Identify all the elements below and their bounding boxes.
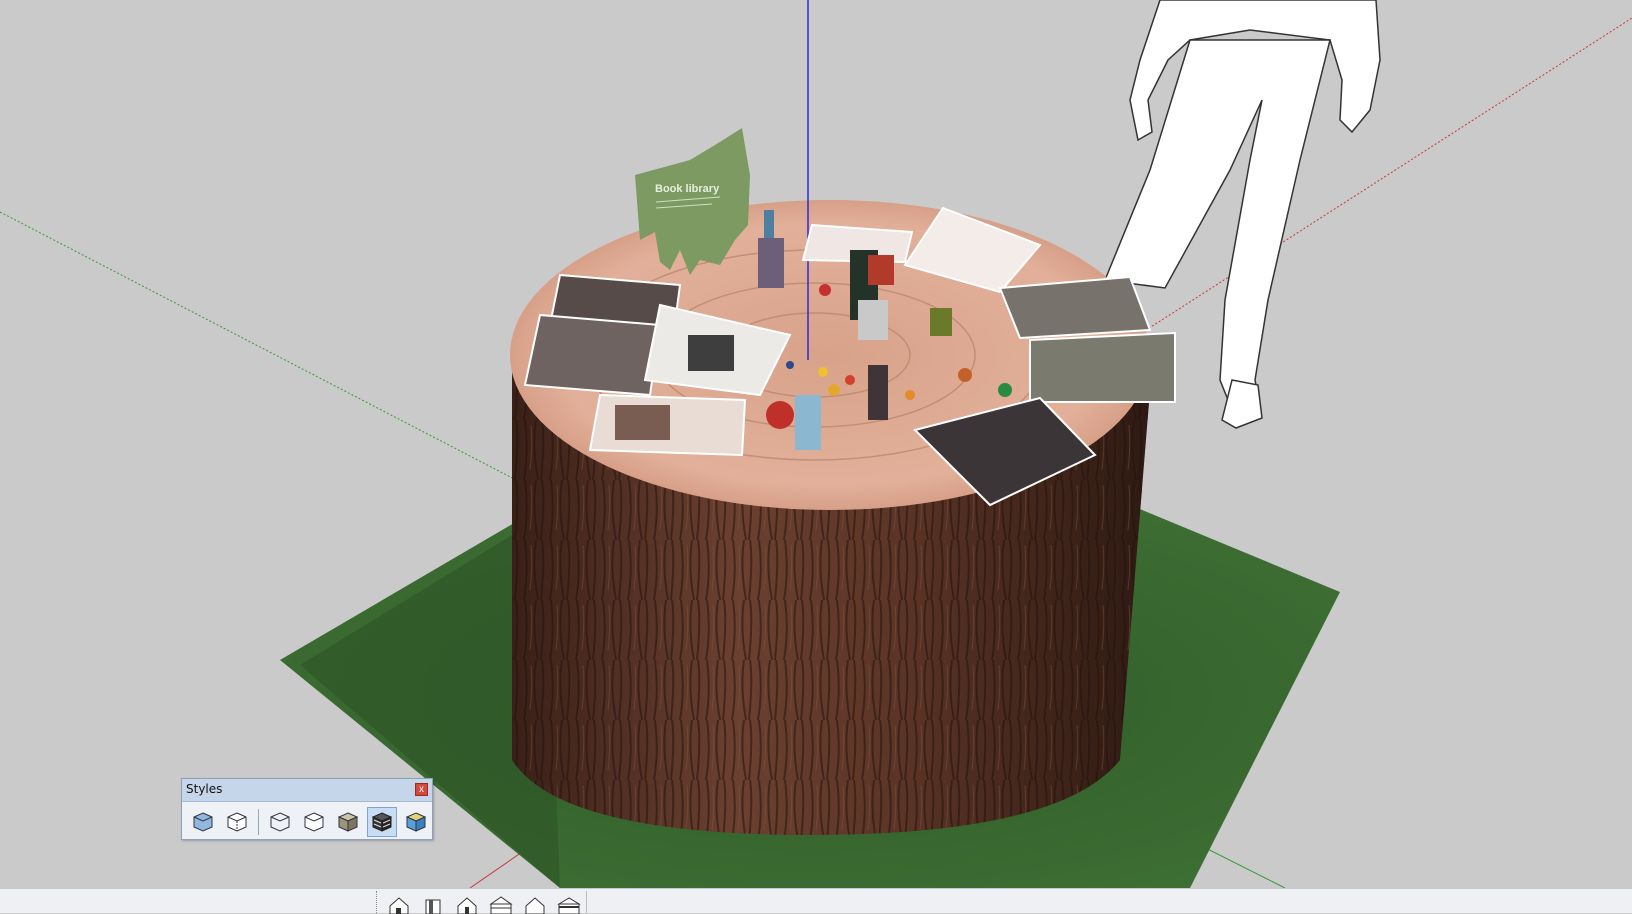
- shaded-with-textures-button[interactable]: [367, 807, 397, 837]
- back-edges-icon: [227, 812, 247, 832]
- close-icon[interactable]: x: [415, 783, 428, 796]
- top-view-button[interactable]: [418, 892, 448, 914]
- book-right-top: [998, 275, 1152, 340]
- back-view-button[interactable]: [520, 892, 550, 914]
- monochrome-button[interactable]: [401, 807, 431, 837]
- left-view-icon: [557, 897, 581, 914]
- styles-separator: [258, 809, 259, 835]
- hidden-line-button[interactable]: [299, 807, 329, 837]
- shaded-icon: [337, 812, 359, 832]
- book-left-bottom: [523, 313, 662, 397]
- shaded-with-textures-icon: [371, 812, 393, 832]
- styles-titlebar[interactable]: Styles x: [182, 779, 432, 802]
- model-viewport[interactable]: Book library Styles x: [0, 0, 1632, 888]
- wireframe-button[interactable]: [265, 807, 295, 837]
- monochrome-icon: [405, 812, 427, 832]
- iso-view-icon: [389, 897, 409, 914]
- hidden-line-icon: [304, 812, 324, 832]
- front-view-icon: [457, 897, 477, 914]
- toolbar-grip[interactable]: [376, 891, 379, 913]
- front-view-button[interactable]: [452, 892, 482, 914]
- right-view-icon: [489, 896, 513, 914]
- toolbar-separator: [586, 891, 587, 913]
- right-view-button[interactable]: [486, 892, 516, 914]
- views-buttons: [384, 892, 588, 914]
- book-right-bottom: [1029, 331, 1176, 403]
- left-view-button[interactable]: [554, 892, 584, 914]
- styles-toolbar: Styles x: [181, 778, 433, 840]
- back-edges-button[interactable]: [222, 807, 252, 837]
- green-axis-left: [0, 211, 521, 483]
- views-toolbar: [0, 888, 1632, 914]
- xray-icon: [193, 812, 213, 832]
- xray-button[interactable]: [188, 807, 218, 837]
- iso-view-button[interactable]: [384, 892, 414, 914]
- 3d-scene[interactable]: Book library: [0, 0, 1632, 888]
- wireframe-icon: [270, 812, 290, 832]
- back-view-icon: [525, 897, 545, 914]
- styles-title: Styles: [186, 782, 223, 796]
- sign-label: Book library: [655, 183, 720, 195]
- styles-buttons: [188, 807, 435, 837]
- top-view-icon: [425, 899, 441, 914]
- shaded-button[interactable]: [333, 807, 363, 837]
